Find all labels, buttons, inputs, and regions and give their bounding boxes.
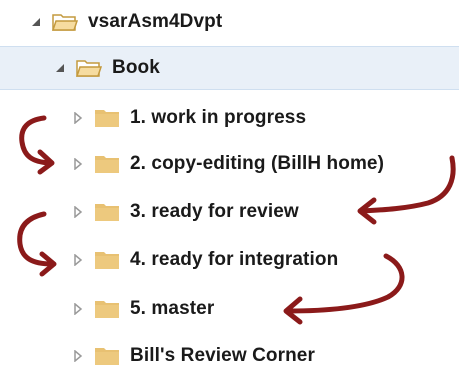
tree-node-label: Book (112, 57, 160, 78)
collapsed-arrow-icon[interactable] (72, 206, 84, 218)
folder-icon (94, 299, 120, 319)
tree-node-master[interactable]: 5. master (72, 287, 214, 331)
tree-node-ready-for-integration[interactable]: 4. ready for integration (72, 238, 338, 282)
collapsed-arrow-icon[interactable] (72, 112, 84, 124)
folder-icon (94, 346, 120, 366)
expanded-arrow-icon[interactable] (54, 62, 66, 74)
tree-node-label: 3. ready for review (130, 201, 299, 222)
collapsed-arrow-icon[interactable] (72, 303, 84, 315)
expanded-arrow-icon[interactable] (30, 16, 42, 28)
tree-node-work-in-progress[interactable]: 1. work in progress (72, 96, 306, 140)
tree-node-label: vsarAsm4Dvpt (88, 11, 223, 32)
open-folder-icon (52, 12, 78, 32)
folder-icon (94, 108, 120, 128)
tree-node-book[interactable]: Book (0, 46, 459, 90)
tree-node-label: 5. master (130, 298, 215, 319)
tree-node-ready-for-review[interactable]: 3. ready for review (72, 190, 299, 234)
folder-icon (94, 250, 120, 270)
collapsed-arrow-icon[interactable] (72, 158, 84, 170)
tree-node-bills-review-corner[interactable]: Bill's Review Corner (72, 334, 315, 378)
open-folder-icon (76, 58, 102, 78)
folder-icon (94, 202, 120, 222)
tree-node-label: 4. ready for integration (130, 249, 339, 270)
folder-tree: vsarAsm4Dvpt Book 1. work in progress 2.… (0, 0, 459, 368)
tree-node-label: 1. work in progress (130, 107, 307, 128)
folder-icon (94, 154, 120, 174)
collapsed-arrow-icon[interactable] (72, 254, 84, 266)
tree-node-root[interactable]: vsarAsm4Dvpt (30, 0, 222, 44)
tree-node-label: 2. copy-editing (BillH home) (130, 153, 385, 174)
collapsed-arrow-icon[interactable] (72, 350, 84, 362)
tree-node-copy-editing[interactable]: 2. copy-editing (BillH home) (72, 142, 384, 186)
tree-node-label: Bill's Review Corner (130, 345, 315, 366)
